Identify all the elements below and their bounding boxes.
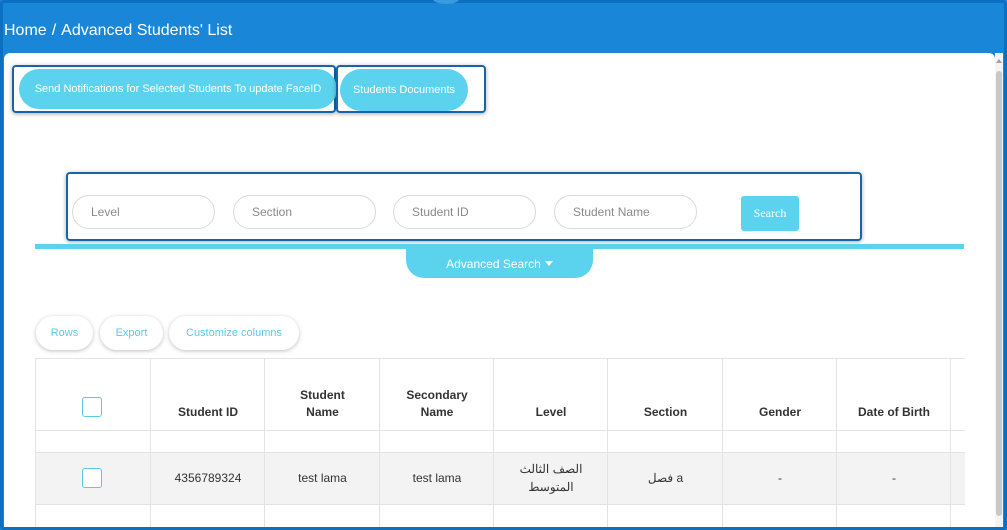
select-all-checkbox[interactable]	[82, 397, 102, 417]
caret-down-icon	[544, 261, 553, 266]
rows-button[interactable]: Rows	[36, 316, 93, 350]
cell-level-line2: المتوسط	[528, 480, 574, 494]
level-input[interactable]	[72, 195, 215, 229]
header-dob[interactable]: Date of Birth	[837, 404, 951, 421]
header-student-name[interactable]: Student Name	[265, 387, 380, 421]
send-notifications-button[interactable]: Send Notifications for Selected Students…	[19, 69, 337, 109]
scroll-up-icon[interactable]	[996, 59, 1002, 63]
top-notch	[433, 0, 459, 4]
content-card: Send Notifications for Selected Students…	[4, 53, 995, 530]
header-secondary-name-line2: Name	[420, 405, 454, 419]
row-separator-bottom	[36, 504, 965, 505]
cell-gender: -	[778, 471, 782, 485]
header-student-name-line1: Student	[300, 388, 345, 402]
students-documents-button[interactable]: Students Documents	[340, 69, 468, 111]
header-level[interactable]: Level	[494, 404, 608, 421]
breadcrumb-separator: /	[51, 22, 57, 39]
header-gender[interactable]: Gender	[723, 404, 837, 421]
cell-secondary-name: test lama	[412, 471, 462, 485]
row-separator-top	[36, 452, 965, 453]
row-checkbox[interactable]	[82, 468, 102, 488]
breadcrumb: Home / Advanced Students' List	[4, 22, 232, 40]
cell-student-id: 4356789324	[174, 471, 242, 485]
student-name-input[interactable]	[554, 195, 697, 229]
header-student-id[interactable]: Student ID	[151, 404, 265, 421]
cell-section: فصل a	[647, 471, 684, 485]
students-table: Student ID Student Name Secondary Name L…	[35, 358, 965, 530]
header-secondary-name-line1: Secondary	[406, 388, 468, 402]
cell-student-name: test lama	[298, 471, 347, 485]
advanced-search-toggle[interactable]: Advanced Search	[406, 249, 593, 278]
export-button[interactable]: Export	[100, 316, 163, 350]
header-student-name-line2: Name	[306, 405, 339, 419]
customize-columns-button[interactable]: Customize columns	[169, 316, 299, 350]
search-button[interactable]: Search	[741, 196, 799, 231]
header-secondary-name[interactable]: Secondary Name	[380, 387, 494, 421]
page-title: Advanced Students' List	[61, 22, 233, 39]
vertical-scrollbar[interactable]	[995, 53, 1003, 530]
advanced-search-label: Advanced Search	[446, 256, 541, 271]
student-id-input[interactable]	[393, 195, 536, 229]
cell-level: الصف الثالث المتوسط	[494, 460, 608, 496]
cell-dob: -	[892, 471, 896, 485]
header-separator	[36, 430, 965, 431]
header-section[interactable]: Section	[608, 404, 723, 421]
scrollbar-thumb[interactable]	[996, 71, 1002, 516]
section-input[interactable]	[233, 195, 376, 229]
cell-level-line1: الصف الثالث	[519, 462, 583, 476]
breadcrumb-home-link[interactable]: Home	[4, 22, 47, 40]
